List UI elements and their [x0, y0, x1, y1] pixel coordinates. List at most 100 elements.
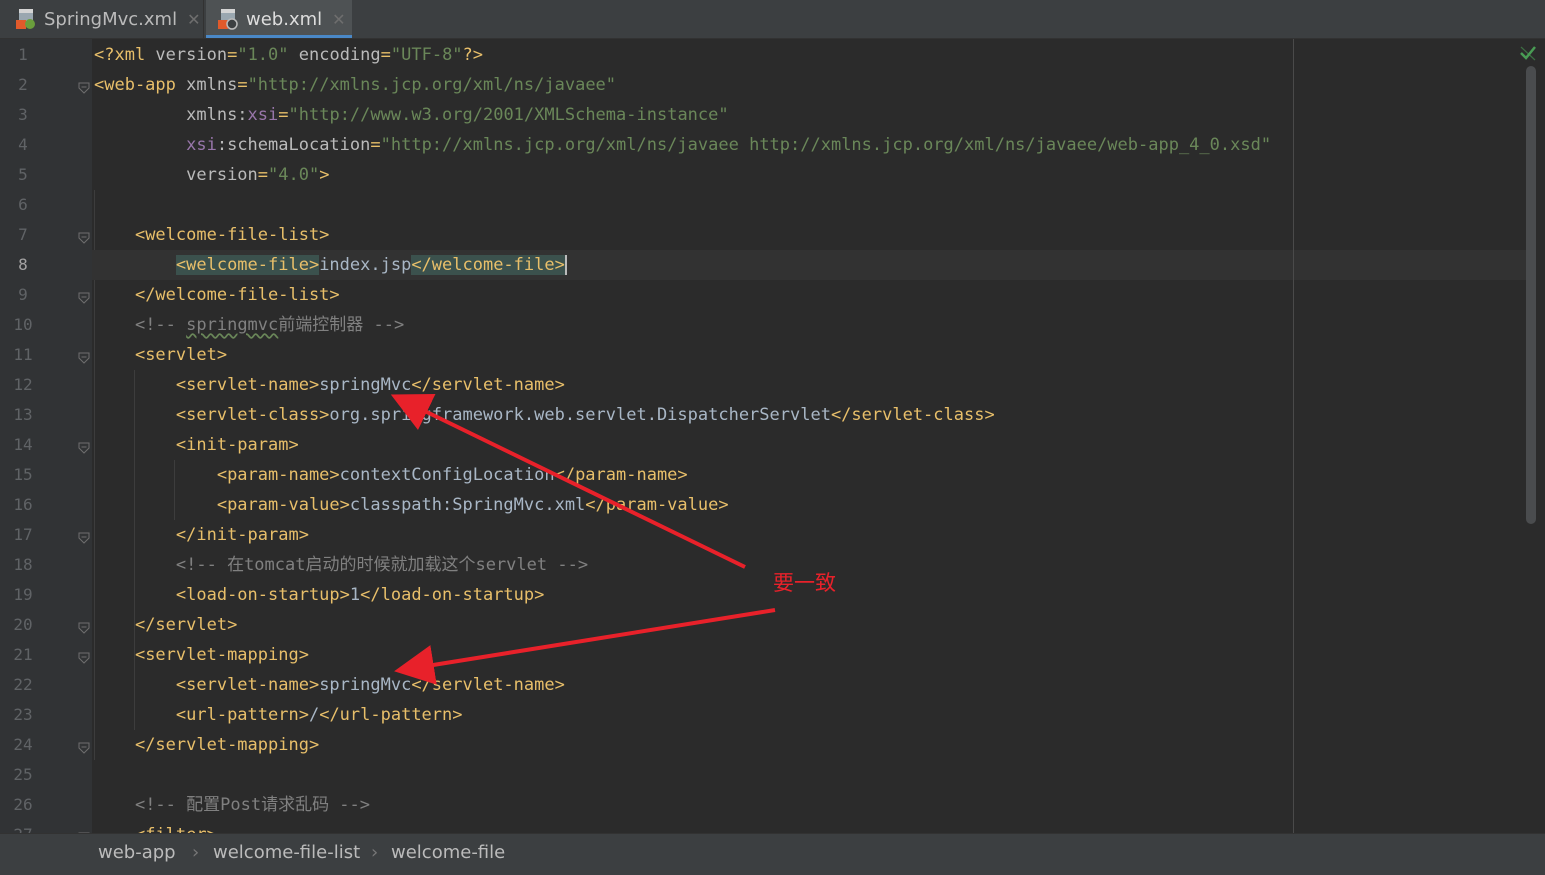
- xml-web-file-icon: [218, 8, 238, 30]
- code-token: springMvc: [319, 375, 412, 395]
- code-token: <servlet-class>: [175, 405, 330, 425]
- code-line[interactable]: <!-- 配置Post请求乱码 -->: [92, 790, 1528, 820]
- code-line[interactable]: </servlet>: [92, 610, 1528, 640]
- breadcrumb: web-app › welcome-file-list › welcome-fi…: [0, 833, 1545, 875]
- code-token: <servlet>: [134, 345, 228, 365]
- right-margin-guide: [1293, 39, 1294, 833]
- code-line[interactable]: <servlet-mapping>: [92, 640, 1528, 670]
- line-number-gutter[interactable]: 1 2 3 4 5 6 7 8 9 10 11 12 13 14 15 16 17 18 19 20 21 22 23 24 2…: [0, 39, 92, 833]
- line-number: 17: [13, 525, 33, 544]
- breadcrumb-item-web-app[interactable]: web-app: [98, 842, 176, 863]
- fold-marker-icon[interactable]: [78, 619, 90, 634]
- code-token: </param-value>: [585, 495, 729, 515]
- code-token: >: [319, 165, 330, 185]
- code-token: /: [308, 705, 320, 725]
- code-token: <load-on-startup>: [175, 585, 350, 605]
- code-line[interactable]: <?xml version="1.0" encoding="UTF-8"?>: [92, 40, 1528, 70]
- code-line[interactable]: xsi:schemaLocation="http://xmlns.jcp.org…: [92, 130, 1528, 160]
- code-token: </servlet>: [134, 615, 238, 635]
- close-icon[interactable]: ✕: [332, 10, 345, 29]
- code-token: "http://www.w3.org/2001/XMLSchema-instan…: [288, 105, 729, 125]
- fold-marker-icon[interactable]: [78, 739, 90, 754]
- code-token: <servlet-mapping>: [134, 645, 309, 665]
- fold-marker-icon[interactable]: [78, 529, 90, 544]
- code-token: <init-param>: [175, 435, 299, 455]
- scrollbar-thumb[interactable]: [1526, 66, 1536, 524]
- code-line[interactable]: <!-- springmvc前端控制器 -->: [92, 310, 1528, 340]
- fold-marker-icon[interactable]: [78, 439, 90, 454]
- code-line[interactable]: <welcome-file-list>: [92, 220, 1528, 250]
- breadcrumb-item-welcome-file[interactable]: welcome-file: [391, 842, 505, 863]
- code-token: <?xml: [94, 45, 156, 65]
- code-line[interactable]: version="4.0">: [92, 160, 1528, 190]
- code-line[interactable]: [92, 190, 1528, 220]
- inspection-ok-check-icon[interactable]: [1519, 44, 1537, 62]
- code-line[interactable]: <servlet>: [92, 340, 1528, 370]
- fold-marker-icon[interactable]: [78, 349, 90, 364]
- code-line[interactable]: <servlet-name>springMvc</servlet-name>: [92, 670, 1528, 700]
- fold-marker-icon[interactable]: [78, 229, 90, 244]
- code-line[interactable]: <param-value>classpath:SpringMvc.xml</pa…: [92, 490, 1528, 520]
- code-token: =: [278, 105, 289, 125]
- line-number: 27: [0, 820, 46, 833]
- code-token: :schemaLocation: [216, 135, 371, 155]
- code-editor[interactable]: <?xml version="1.0" encoding="UTF-8"?> <w…: [92, 39, 1528, 833]
- code-line[interactable]: xmlns:xsi="http://www.w3.org/2001/XMLSch…: [92, 100, 1528, 130]
- code-line[interactable]: </servlet-mapping>: [92, 730, 1528, 760]
- tab-web-xml[interactable]: web.xml ✕: [206, 0, 352, 38]
- code-token: <param-name>: [216, 465, 340, 485]
- code-token: contextConfigLocation: [339, 465, 555, 485]
- code-token: </param-name>: [554, 465, 688, 485]
- line-number: 5: [18, 165, 28, 184]
- code-token: version: [155, 45, 228, 65]
- breadcrumb-item-welcome-file-list[interactable]: welcome-file-list: [213, 842, 360, 863]
- line-number: 11: [13, 345, 33, 364]
- code-line[interactable]: <servlet-class>org.springframework.web.s…: [92, 400, 1528, 430]
- fold-marker-icon[interactable]: [78, 649, 90, 664]
- code-line[interactable]: <welcome-file>index.jsp</welcome-file>: [92, 250, 1528, 280]
- line-number: 22: [13, 675, 33, 694]
- code-line[interactable]: <url-pattern>/</url-pattern>: [92, 700, 1528, 730]
- fold-marker-icon[interactable]: [78, 79, 90, 94]
- code-line[interactable]: </welcome-file-list>: [92, 280, 1528, 310]
- active-tab-indicator: [206, 35, 352, 38]
- tab-springmvc-xml[interactable]: SpringMvc.xml ✕: [8, 0, 204, 38]
- code-line[interactable]: <param-name>contextConfigLocation</param…: [92, 460, 1528, 490]
- code-token: "http://xmlns.jcp.org/xml/ns/javaee": [247, 75, 617, 95]
- code-token: </welcome-file>: [411, 255, 565, 275]
- code-token: </servlet-mapping>: [134, 735, 320, 755]
- line-number: 16: [13, 495, 33, 514]
- fold-marker-icon[interactable]: [78, 289, 90, 304]
- line-number: 23: [13, 705, 33, 724]
- xml-spring-file-icon: [16, 8, 36, 30]
- code-token: "4.0": [268, 165, 320, 185]
- line-number: 1: [18, 45, 28, 64]
- code-token: classpath:SpringMvc.xml: [349, 495, 586, 515]
- code-line[interactable]: <servlet-name>springMvc</servlet-name>: [92, 370, 1528, 400]
- code-line[interactable]: </init-param>: [92, 520, 1528, 550]
- code-line[interactable]: <filter>: [92, 820, 1528, 833]
- line-number: 20: [13, 615, 33, 634]
- code-token: "UTF-8": [390, 45, 463, 65]
- code-line[interactable]: [92, 760, 1528, 790]
- close-icon[interactable]: ✕: [187, 10, 200, 29]
- line-number: 10: [13, 315, 33, 334]
- code-line[interactable]: <init-param>: [92, 430, 1528, 460]
- code-token: <!-- 配置Post请求乱码 -->: [134, 795, 371, 815]
- line-number: 2: [18, 75, 28, 94]
- code-line[interactable]: <web-app xmlns="http://xmlns.jcp.org/xml…: [92, 70, 1528, 100]
- code-token: xsi: [247, 105, 279, 125]
- chevron-right-icon: ›: [371, 842, 379, 863]
